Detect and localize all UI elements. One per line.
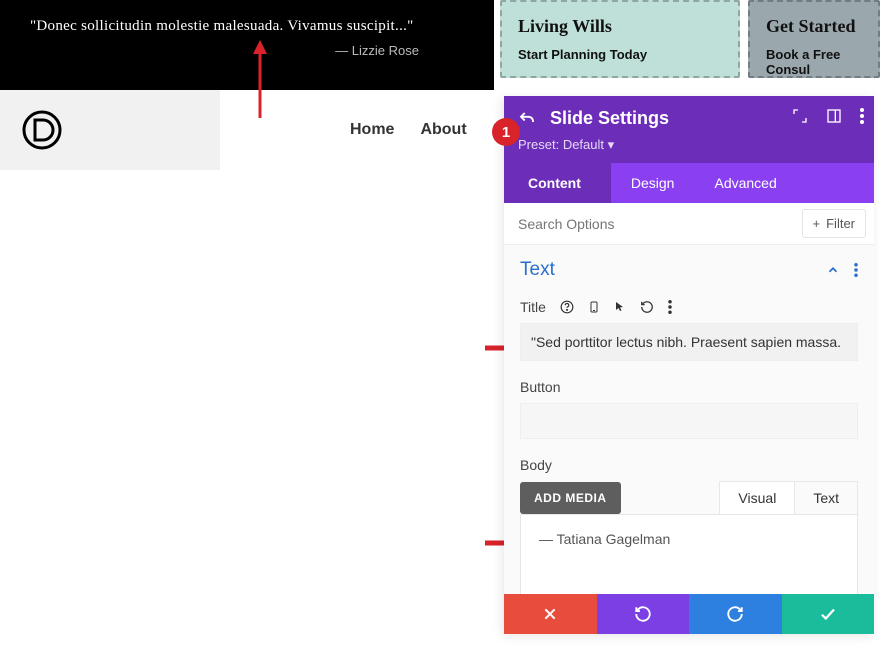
panel-header: Slide Settings Preset: Default ▾ bbox=[504, 96, 874, 163]
button-input[interactable] bbox=[520, 403, 858, 439]
section-kebab-icon[interactable] bbox=[854, 263, 858, 277]
expand-icon[interactable] bbox=[792, 108, 808, 124]
card-title: Living Wills bbox=[518, 16, 722, 37]
field-kebab-icon[interactable] bbox=[668, 300, 672, 314]
responsive-icon[interactable] bbox=[588, 299, 600, 315]
testimonial-quote: "Donec sollicitudin molestie malesuada. … bbox=[30, 18, 464, 35]
help-icon[interactable] bbox=[560, 300, 574, 314]
title-input[interactable]: "Sed porttitor lectus nibh. Praesent sap… bbox=[520, 323, 858, 361]
hover-cursor-icon[interactable] bbox=[614, 300, 626, 314]
editor-tab-visual[interactable]: Visual bbox=[719, 481, 795, 514]
tab-advanced[interactable]: Advanced bbox=[694, 163, 796, 203]
title-field-label: Title bbox=[520, 299, 546, 315]
body-field-label: Body bbox=[520, 457, 552, 473]
undo-button[interactable] bbox=[597, 594, 690, 634]
section-text-toggle[interactable]: Text bbox=[520, 259, 555, 281]
save-button[interactable] bbox=[782, 594, 875, 634]
card-title: Get Started bbox=[766, 16, 862, 37]
kebab-menu-icon[interactable] bbox=[860, 108, 864, 124]
promo-card-get-started[interactable]: Get Started Book a Free Consul bbox=[748, 0, 880, 78]
panel-footer-actions bbox=[504, 594, 874, 634]
preset-selector[interactable]: Preset: Default ▾ bbox=[518, 137, 860, 153]
divi-logo-icon bbox=[22, 110, 62, 150]
discard-button[interactable] bbox=[504, 594, 597, 634]
add-media-button[interactable]: ADD MEDIA bbox=[520, 482, 621, 514]
panel-tabs: Content Design Advanced bbox=[504, 163, 874, 203]
slide-settings-panel: Slide Settings Preset: Default ▾ Content… bbox=[504, 96, 874, 634]
promo-card-living-wills[interactable]: Living Wills Start Planning Today bbox=[500, 0, 740, 78]
collapse-chevron-icon[interactable] bbox=[826, 263, 840, 277]
testimonial-author: — Lizzie Rose bbox=[30, 43, 464, 58]
card-subtitle: Start Planning Today bbox=[518, 47, 722, 62]
nav-link-home[interactable]: Home bbox=[350, 121, 394, 139]
chevron-down-icon: ▾ bbox=[608, 137, 615, 152]
step-badge-1: 1 bbox=[492, 118, 520, 146]
plus-icon: + bbox=[813, 216, 821, 231]
button-field-label: Button bbox=[520, 379, 560, 395]
nav-link-about[interactable]: About bbox=[420, 121, 466, 139]
logo[interactable] bbox=[0, 90, 220, 170]
tab-design[interactable]: Design bbox=[611, 163, 695, 203]
editor-tab-text[interactable]: Text bbox=[795, 481, 858, 514]
tab-content[interactable]: Content bbox=[504, 163, 611, 203]
testimonial-slide: "Donec sollicitudin molestie malesuada. … bbox=[0, 0, 494, 90]
undo-back-icon[interactable] bbox=[518, 110, 536, 128]
redo-button[interactable] bbox=[689, 594, 782, 634]
filter-button[interactable]: + Filter bbox=[802, 209, 866, 238]
card-subtitle: Book a Free Consul bbox=[766, 47, 862, 77]
reset-icon[interactable] bbox=[640, 300, 654, 314]
search-input[interactable] bbox=[504, 204, 794, 244]
dock-icon[interactable] bbox=[826, 108, 842, 124]
panel-title: Slide Settings bbox=[550, 108, 669, 129]
